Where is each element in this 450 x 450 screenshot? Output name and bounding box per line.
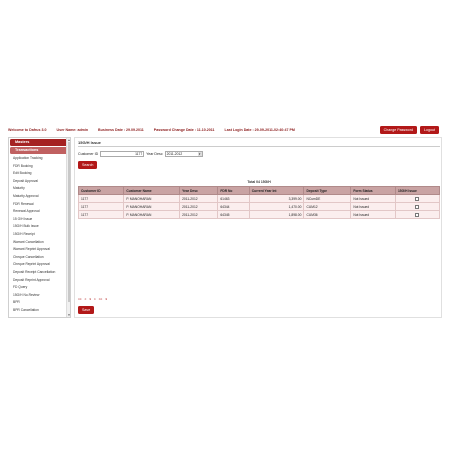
logout-button[interactable]: Logout: [420, 126, 439, 134]
cell-deposit-type: CUM12: [303, 202, 352, 211]
sidebar: Masters Transactions Application Trackin…: [8, 137, 71, 318]
cell-fdr-no: 61463: [217, 194, 250, 203]
cell-issue: [394, 194, 441, 203]
col-15gh-issue: 15G/H Issue: [394, 186, 441, 195]
title-divider: [78, 146, 440, 147]
password-change-date-text: Password Change Date : 11.10.2011: [153, 128, 215, 132]
welcome-text: Welcome to Dafrus 3.0: [8, 128, 47, 132]
cell-fdr-no: 64345: [217, 210, 250, 219]
cell-form-status: Not Issued: [350, 194, 396, 203]
customer-id-input[interactable]: 1177: [100, 151, 145, 157]
sidebar-masters-header[interactable]: Masters: [10, 139, 69, 146]
cell-customer-name: P. MANOHARAN: [123, 194, 181, 203]
sidebar-item-15gh-bulk-issue[interactable]: 15G/H Bulk Issue: [9, 223, 70, 231]
sidebar-item-bpr-cancellation[interactable]: BPR Cancellation: [9, 307, 70, 315]
cell-customer-id: 1177: [77, 194, 125, 203]
sidebar-item-15gh-review[interactable]: 15G/H No.Review: [9, 292, 70, 300]
sidebar-item-fdr-booking[interactable]: FDR Booking: [9, 163, 70, 171]
sidebar-item-deposit-receipt-cancellation[interactable]: Deposit Receipt Cancellation: [9, 269, 70, 277]
customer-id-label: Customer ID: [78, 152, 99, 156]
cell-year-desc: 2011-2012: [179, 210, 219, 219]
issue-checkbox[interactable]: [415, 196, 420, 201]
cell-customer-id: 1177: [77, 202, 125, 211]
pager-prev[interactable]: <: [85, 297, 87, 301]
cell-customer-id: 1177: [77, 210, 125, 219]
cell-current-year-int: 1,470.00: [248, 202, 305, 211]
sidebar-item-bpr[interactable]: BPR: [9, 299, 70, 307]
pager-count: 1: [105, 297, 107, 301]
results-table: Customer ID Customer Name Year Desc FDR …: [77, 186, 441, 219]
main-panel: 15G/H Issue Customer ID 1177 Year Desc 2…: [74, 137, 442, 318]
cell-fdr-no: 64344: [217, 202, 250, 211]
col-year-desc: Year Desc: [179, 186, 219, 195]
sidebar-item-15gh-receipt[interactable]: 15G/H Receipt: [9, 231, 70, 239]
sidebar-item-renewal-approval[interactable]: Renewal Approval: [9, 208, 70, 216]
business-date-text: Business Date : 29.09.2011: [98, 128, 144, 132]
year-desc-value: 2011-2012: [166, 152, 183, 156]
app-window: Welcome to Dafrus 3.0 User Name: admin B…: [5, 124, 443, 322]
cell-current-year-int: 3,399.00: [248, 194, 305, 203]
sidebar-item-warrant-cancellation[interactable]: Warrant Cancellation: [9, 239, 70, 247]
sidebar-item-cheque-reprint-approval[interactable]: Cheque Reprint Approval: [9, 261, 70, 269]
col-form-status: Form Status: [350, 186, 396, 195]
page-title: 15G/H Issue: [78, 140, 101, 145]
sidebar-item-fd-query[interactable]: FD Query: [9, 284, 70, 292]
sidebar-item-maturity[interactable]: Maturity: [9, 185, 70, 193]
sidebar-item-15gh-issue[interactable]: 15 G/H Issue: [9, 216, 70, 224]
col-customer-name: Customer Name: [123, 186, 181, 195]
cell-deposit-type: CUM36: [303, 210, 352, 219]
change-password-button[interactable]: Change Password: [379, 126, 417, 134]
sidebar-transactions-header[interactable]: Transactions: [10, 147, 69, 154]
header-buttons: Change Password Logout: [379, 126, 439, 134]
cell-current-year-int: 1,898.00: [248, 210, 305, 219]
sidebar-item-deposit-approval[interactable]: Deposit Approval: [9, 178, 70, 186]
search-button[interactable]: Search: [78, 161, 98, 169]
year-desc-select[interactable]: 2011-2012 ▾: [164, 151, 203, 157]
col-customer-id: Customer ID: [77, 186, 125, 195]
sidebar-item-maturity-approval[interactable]: Maturity Approval: [9, 193, 70, 201]
pager: << < 1 > >> 1: [78, 297, 107, 301]
cell-customer-name: P. MANOHARAN: [123, 202, 181, 211]
filter-row: Customer ID 1177 Year Desc 2011-2012 ▾: [78, 151, 203, 157]
chevron-down-icon[interactable]: ▾: [197, 152, 202, 156]
top-info-bar: Welcome to Dafrus 3.0 User Name: admin B…: [5, 124, 443, 136]
scrollbar-thumb[interactable]: [67, 142, 70, 302]
cell-issue: [394, 210, 441, 219]
sidebar-item-cheque-cancellation[interactable]: Cheque Cancellation: [9, 254, 70, 262]
last-login-text: Last Login Date : 29-09-2011-02:40:47 PM: [224, 128, 295, 132]
table-header-row: Customer ID Customer Name Year Desc FDR …: [77, 186, 441, 195]
sidebar-item-fdr-renewal[interactable]: FDR Renewal: [9, 201, 70, 209]
cell-form-status: Not Issued: [350, 210, 396, 219]
cell-form-status: Not Issued: [350, 202, 396, 211]
sidebar-scrollbar[interactable]: ▲ ▼: [66, 138, 70, 317]
table-row: 1177 P. MANOHARAN 2011-2012 64344 1,470.…: [77, 202, 441, 211]
table-row: 1177 P. MANOHARAN 2011-2012 61463 3,399.…: [77, 194, 441, 203]
pager-page[interactable]: 1: [89, 297, 91, 301]
col-current-year-int: Current Year Int: [248, 186, 305, 195]
sidebar-item-deposit-reprint-approval[interactable]: Deposit Reprint Approval: [9, 277, 70, 285]
cell-issue: [394, 202, 441, 211]
year-desc-label: Year Desc: [146, 152, 163, 156]
save-button[interactable]: Save: [78, 306, 95, 314]
cell-year-desc: 2011-2012: [179, 202, 219, 211]
cell-customer-name: P. MANOHARAN: [123, 210, 181, 219]
table-caption: Total 04 15G/H: [247, 180, 271, 184]
pager-first[interactable]: <<: [78, 297, 82, 301]
user-name-text: User Name: admin: [56, 128, 89, 132]
pager-last[interactable]: >>: [99, 297, 103, 301]
issue-checkbox[interactable]: [415, 204, 420, 209]
issue-checkbox[interactable]: [415, 212, 420, 217]
pager-next[interactable]: >: [94, 297, 96, 301]
col-deposit-type: Deposit Type: [303, 186, 352, 195]
table-row: 1177 P. MANOHARAN 2011-2012 64345 1,898.…: [77, 210, 441, 219]
sidebar-item-edit-booking[interactable]: Edit Booking: [9, 170, 70, 178]
cell-year-desc: 2011-2012: [179, 194, 219, 203]
scroll-down-icon[interactable]: ▼: [67, 313, 71, 317]
sidebar-item-warrant-reprint-approval[interactable]: Warrant Reprint Approval: [9, 246, 70, 254]
col-fdr-no: FDR No: [217, 186, 250, 195]
sidebar-item-application-tracking[interactable]: Application Tracking: [9, 155, 70, 163]
cell-deposit-type: NCumDE: [303, 194, 352, 203]
